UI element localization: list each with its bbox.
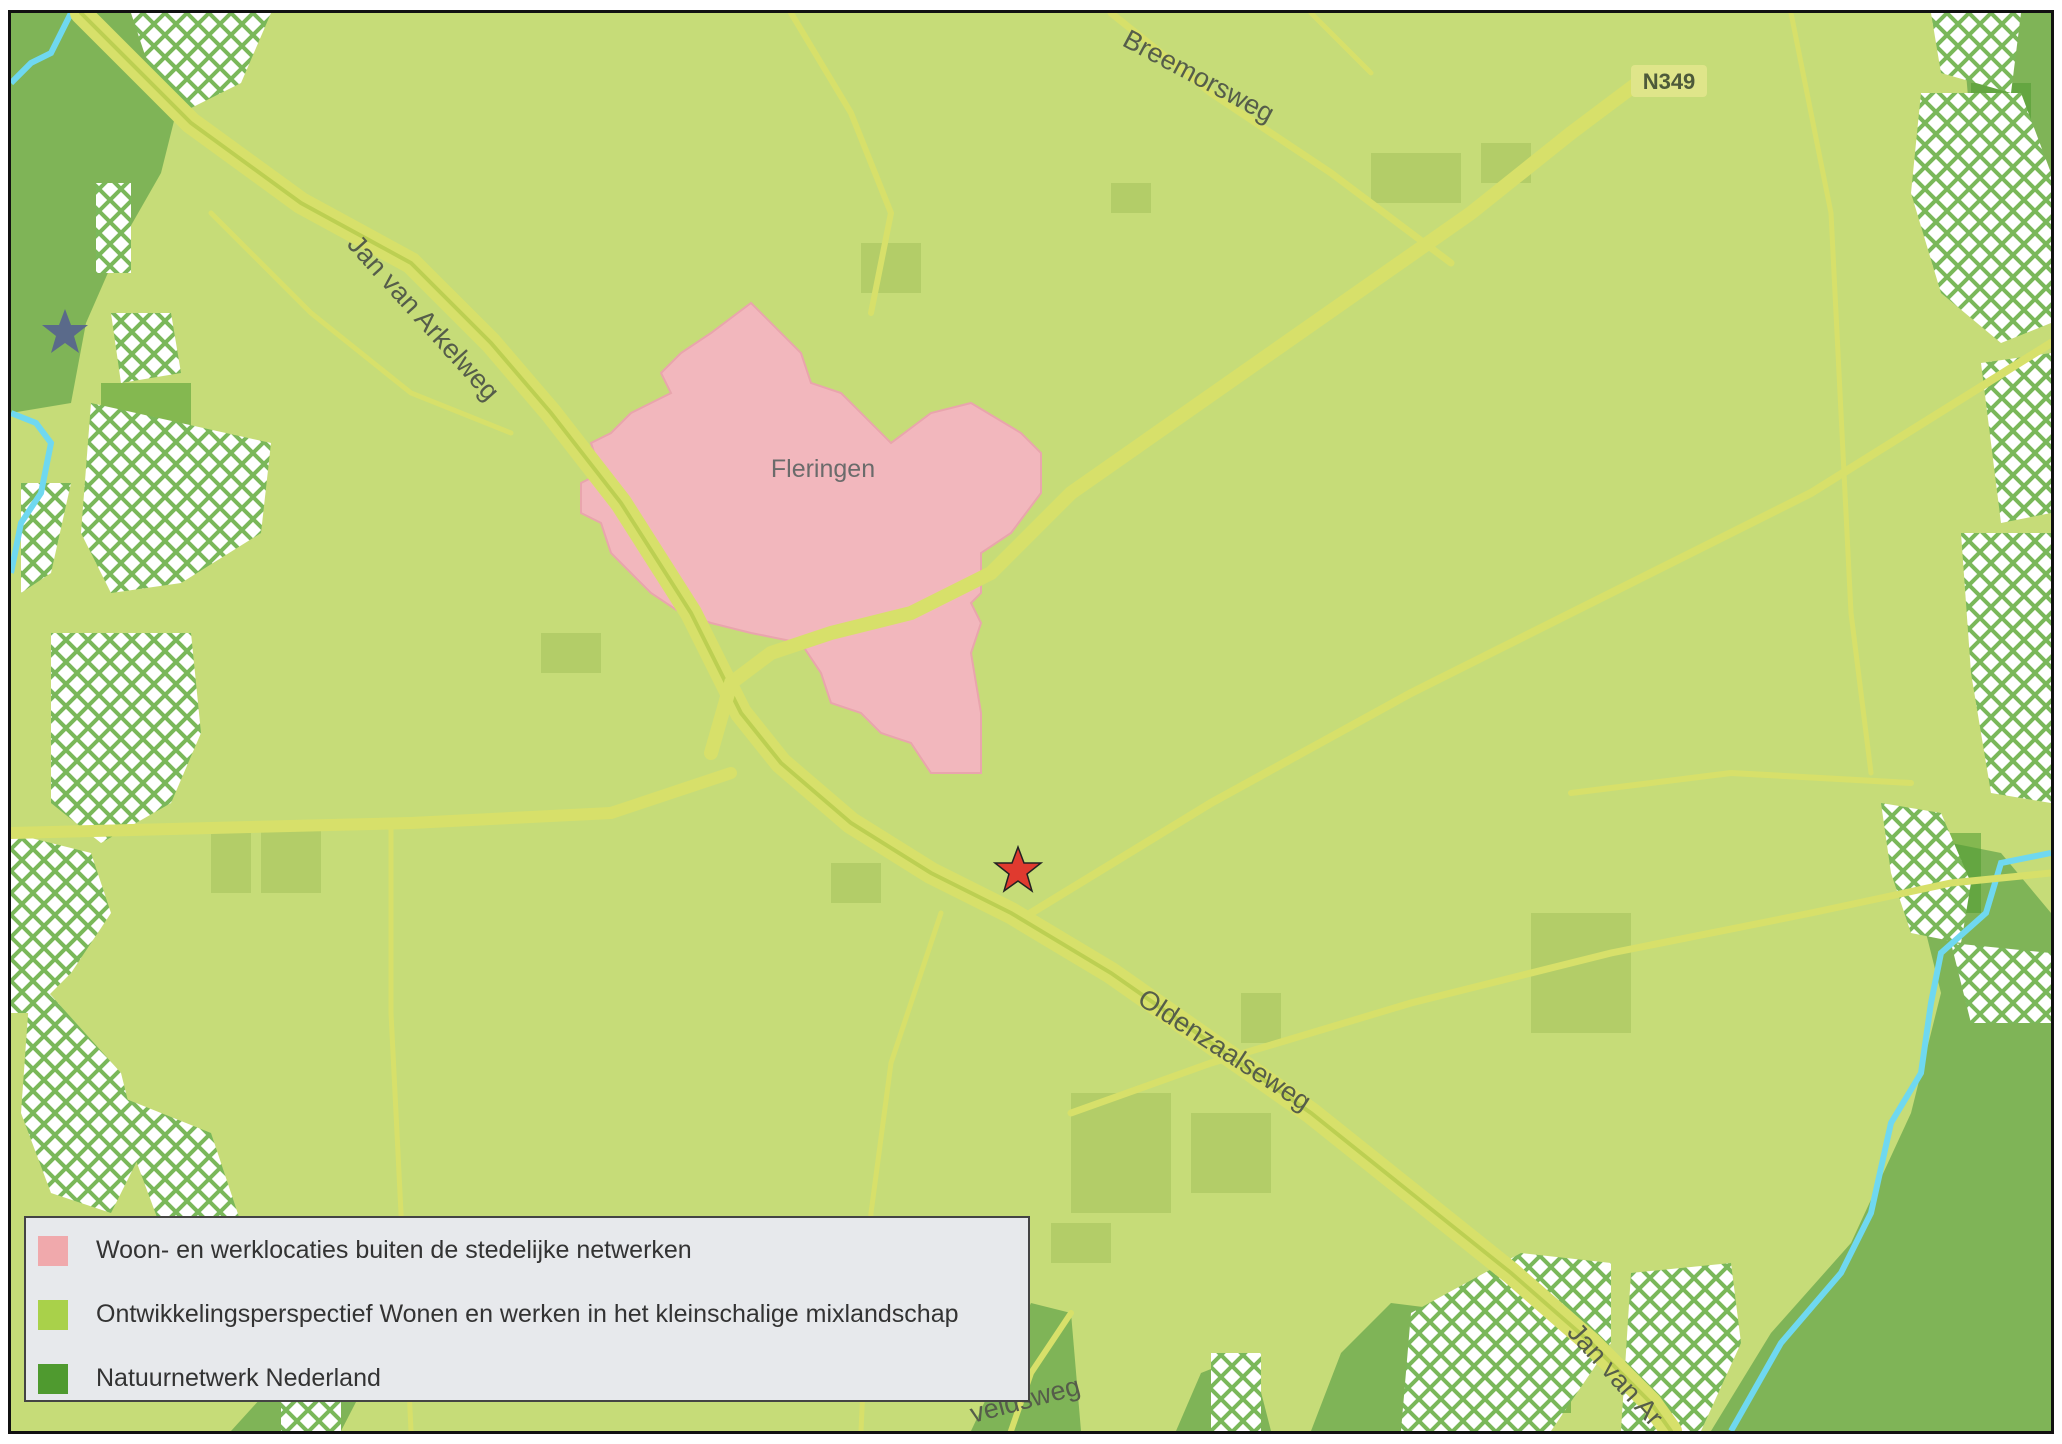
legend-item-natuurnetwerk: Natuurnetwerk Nederland — [26, 1358, 1028, 1398]
legend-swatch-light-green — [38, 1300, 68, 1330]
place-label-fleringen: Fleringen — [771, 455, 875, 483]
map-legend: Woon- en werklocaties buiten de stedelij… — [24, 1216, 1030, 1402]
legend-label: Woon- en werklocaties buiten de stedelij… — [96, 1236, 692, 1264]
legend-item-ontwikkelingsperspectief: Ontwikkelingsperspectief Wonen en werken… — [26, 1294, 1028, 1334]
route-shield-n349: N349 — [1631, 65, 1707, 97]
legend-label: Natuurnetwerk Nederland — [96, 1364, 381, 1392]
svg-text:N349: N349 — [1643, 69, 1696, 94]
legend-swatch-pink — [38, 1236, 68, 1266]
legend-label: Ontwikkelingsperspectief Wonen en werken… — [96, 1300, 959, 1328]
legend-item-woon-werklocaties: Woon- en werklocaties buiten de stedelij… — [26, 1230, 1028, 1270]
legend-swatch-dark-green — [38, 1364, 68, 1394]
